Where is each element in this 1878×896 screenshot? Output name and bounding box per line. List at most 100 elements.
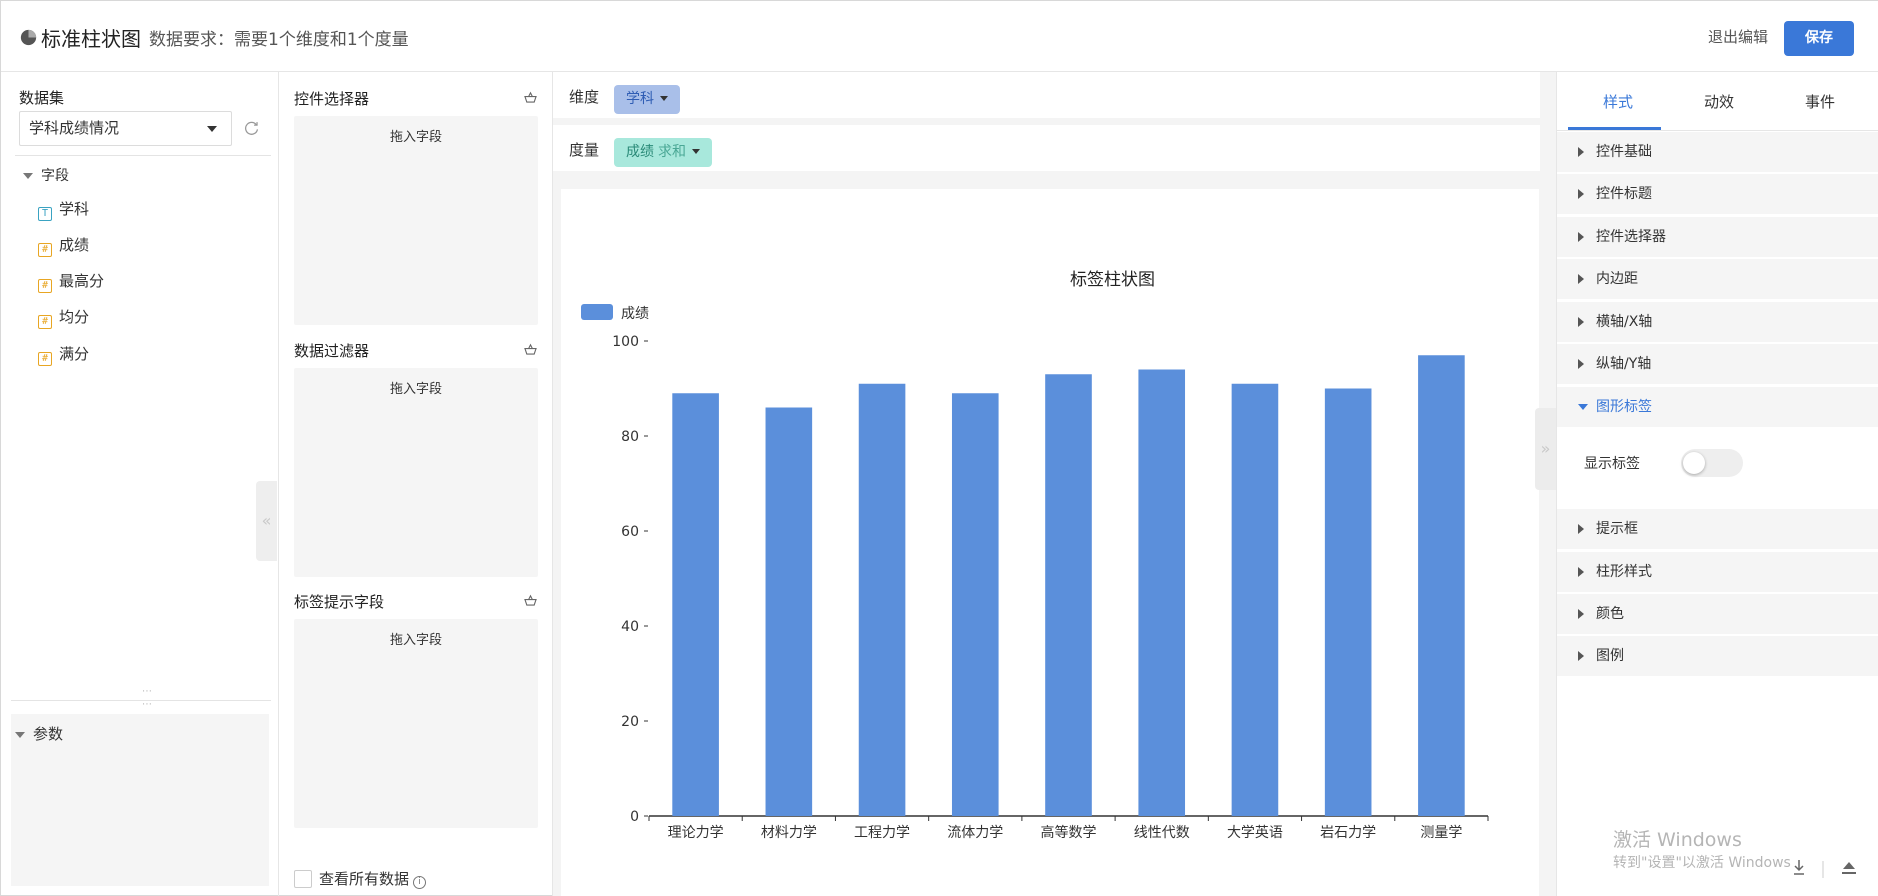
section-y-axis[interactable]: 纵轴/Y轴 <box>1557 344 1878 385</box>
page-title: 标准柱状图 <box>41 27 141 51</box>
properties-panel: 样式 动效 事件 控件基础 控件标题 控件选择器 内边距 横轴/X轴 纵轴/Y轴… <box>1556 72 1878 896</box>
number-field-icon: # <box>38 315 52 329</box>
caret-right-icon <box>1578 651 1584 661</box>
tooltip-drop-zone[interactable]: 拖入字段 <box>294 619 538 828</box>
measure-shelf: 度量 成绩 求和 <box>553 125 1540 171</box>
chart-canvas-area: 维度 学科 度量 成绩 求和 标签柱状图 成绩 0 20 40 60 80 100 理论力学 材料力… <box>553 72 1556 896</box>
caret-down-icon <box>660 96 668 101</box>
caret-right-icon <box>1578 232 1584 242</box>
x-tick-label: 大学英语 <box>1227 824 1283 841</box>
corner-tools <box>1794 860 1856 878</box>
section-bar-style[interactable]: 柱形样式 <box>1557 552 1878 593</box>
tab-style[interactable]: 样式 <box>1603 91 1633 112</box>
y-tick-label: 60 <box>621 524 639 540</box>
caret-right-icon <box>1578 274 1584 284</box>
caret-right-icon <box>1578 359 1584 369</box>
section-label: 颜色 <box>1596 606 1624 622</box>
number-field-icon: # <box>38 243 52 257</box>
view-all-data[interactable]: 查看所有数据 i <box>294 868 427 889</box>
params-header[interactable]: 参数 <box>15 723 63 744</box>
x-tick-label: 理论力学 <box>668 825 724 841</box>
fields-tree-header[interactable]: 字段 <box>23 165 69 185</box>
x-tick-label: 高等数学 <box>1041 824 1097 841</box>
selector-drop-zone[interactable]: 拖入字段 <box>294 116 538 325</box>
field-item[interactable]: # 均分 <box>38 306 89 329</box>
y-tick-label: 20 <box>621 714 639 730</box>
x-tick-label: 岩石力学 <box>1320 825 1376 841</box>
properties-tabs: 样式 动效 事件 <box>1557 72 1878 131</box>
section-legend[interactable]: 图例 <box>1557 636 1878 677</box>
refresh-icon[interactable] <box>243 120 260 137</box>
caret-right-icon <box>1578 147 1584 157</box>
field-item[interactable]: # 满分 <box>38 343 89 366</box>
resize-handle-icon[interactable]: ⋯ <box>142 699 153 710</box>
filter-drop-zone[interactable]: 拖入字段 <box>294 368 538 577</box>
data-requirement-text: 数据要求：需要1个维度和1个度量 <box>149 30 409 50</box>
caret-down-icon <box>1578 404 1588 410</box>
measure-label: 度量 <box>569 141 600 159</box>
bar <box>1418 355 1465 816</box>
measure-pill[interactable]: 成绩 求和 <box>614 138 712 167</box>
info-icon[interactable]: i <box>413 876 427 889</box>
section-control-selector[interactable]: 控件选择器 <box>1557 217 1878 258</box>
section-label: 控件基础 <box>1596 144 1652 160</box>
fields-header-label: 字段 <box>41 168 69 184</box>
section-tooltip[interactable]: 提示框 <box>1557 509 1878 550</box>
dataset-panel: 数据集 学科成绩情况 字段 T 学科 # 成绩 # 最高分 # 均分 # 满分 ⋯ ⋯ <box>1 72 279 896</box>
caret-right-icon <box>1578 524 1584 534</box>
view-all-checkbox[interactable] <box>294 870 312 888</box>
section-padding[interactable]: 内边距 <box>1557 259 1878 300</box>
caret-right-icon <box>1578 609 1584 619</box>
section-control-basic[interactable]: 控件基础 <box>1557 132 1878 173</box>
x-tick-label: 流体力学 <box>947 825 1003 841</box>
section-label: 内边距 <box>1596 271 1638 287</box>
field-item[interactable]: # 成绩 <box>38 234 89 257</box>
dataset-select[interactable]: 学科成绩情况 <box>19 111 232 146</box>
chevron-down-icon <box>207 126 217 132</box>
aggregation-label: 求和 <box>658 144 686 160</box>
show-label-row: 显示标签 <box>1557 431 1878 497</box>
show-label-toggle[interactable] <box>1681 449 1743 477</box>
section-label: 纵轴/Y轴 <box>1596 356 1652 372</box>
bar <box>951 393 999 816</box>
dimension-pill[interactable]: 学科 <box>614 85 680 114</box>
activation-watermark-sub: 转到"设置"以激活 Windows <box>1613 855 1791 871</box>
dimension-label: 维度 <box>569 88 600 106</box>
params-header-label: 参数 <box>33 725 64 743</box>
section-color[interactable]: 颜色 <box>1557 594 1878 635</box>
dimension-value: 学科 <box>626 91 654 107</box>
y-tick-label: 80 <box>621 429 639 445</box>
collapse-left-button[interactable]: « <box>256 481 277 561</box>
chart-title: 标签柱状图 <box>1070 270 1155 290</box>
field-label: 满分 <box>59 345 90 363</box>
show-label-text: 显示标签 <box>1584 456 1640 472</box>
bar <box>672 393 719 816</box>
section-x-axis[interactable]: 横轴/X轴 <box>1557 302 1878 343</box>
section-control-title[interactable]: 控件标题 <box>1557 174 1878 215</box>
section-label: 柱形样式 <box>1596 564 1652 580</box>
tab-animation[interactable]: 动效 <box>1704 91 1734 112</box>
tooltip-section-title: 标签提示字段 <box>294 593 385 611</box>
clear-icon[interactable] <box>523 91 538 103</box>
caret-right-icon <box>1578 189 1584 199</box>
eject-icon[interactable] <box>1842 862 1856 874</box>
filter-section-title: 数据过滤器 <box>294 342 370 360</box>
legend-label: 成绩 <box>621 306 649 322</box>
download-icon[interactable] <box>1794 860 1804 875</box>
section-graphic-label[interactable]: 图形标签 <box>1557 387 1878 428</box>
tab-events[interactable]: 事件 <box>1805 91 1835 112</box>
clear-icon[interactable] <box>523 343 538 355</box>
params-section: 参数 <box>11 714 269 886</box>
field-item[interactable]: T 学科 <box>38 198 89 221</box>
clear-icon[interactable] <box>523 594 538 606</box>
collapse-right-button[interactable]: » <box>1535 408 1556 490</box>
resize-handle-icon[interactable]: ⋯ <box>142 686 153 697</box>
drop-hint: 拖入字段 <box>389 633 442 648</box>
exit-edit-button[interactable]: 退出编辑 <box>1708 26 1768 47</box>
field-label: 学科 <box>59 200 90 218</box>
save-button[interactable]: 保存 <box>1784 21 1854 56</box>
view-all-label: 查看所有数据 <box>319 870 410 888</box>
field-item[interactable]: # 最高分 <box>38 270 104 293</box>
section-label: 提示框 <box>1596 521 1638 537</box>
toggle-knob <box>1683 452 1705 474</box>
